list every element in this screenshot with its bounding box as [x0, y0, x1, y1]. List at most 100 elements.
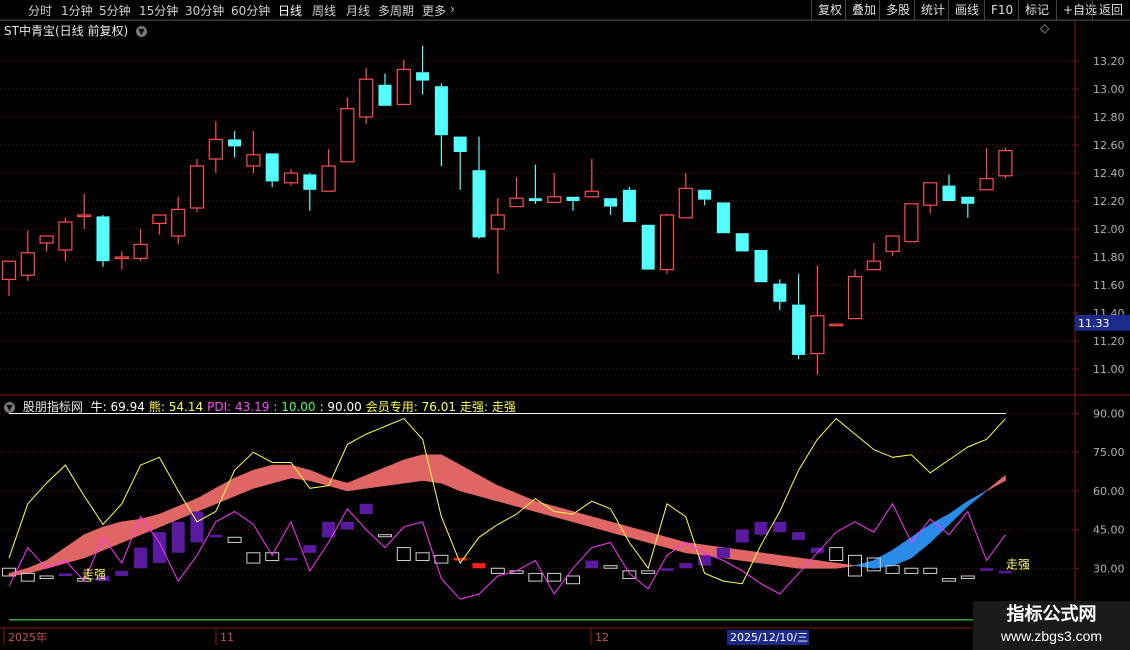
indicator-field-3: : 10.00: [273, 400, 315, 414]
chart-canvas: 13.20 13.00 12.80 12.60 12.40 12.20 12.00 11.80…: [0, 19, 1130, 650]
candle: [434, 86, 448, 136]
candle: [283, 172, 299, 184]
indicator-field-5: 会员专用: 76.01: [366, 400, 456, 414]
bull-bear-band: [403, 454, 423, 484]
bull-bear-band: [65, 534, 85, 564]
zouqiang-label: 走强: [82, 568, 106, 582]
indicator-bar: [190, 511, 204, 543]
indicator-bar: [754, 521, 768, 535]
candle: [39, 235, 54, 244]
indicator-bar: [528, 572, 543, 582]
indicator-bar: [566, 575, 580, 585]
candle: [754, 250, 768, 283]
indicator-bar: [227, 536, 242, 543]
bull-bear-band: [384, 459, 405, 487]
indicator-bar: [773, 521, 787, 533]
y-tick-label: 12.20: [1093, 195, 1125, 208]
indicator-bar: [134, 547, 148, 569]
indicator-bar: [453, 557, 467, 561]
cursor-date: 2025/12/10/三: [730, 631, 808, 644]
indicator-field-value: 54.14: [164, 400, 204, 414]
indicator-bar: [585, 560, 599, 569]
candle: [716, 202, 730, 234]
candle: [472, 170, 486, 238]
bull-bear-band: [497, 485, 517, 507]
candle: [20, 252, 35, 276]
indicator-bar: [115, 570, 129, 576]
indicator-field-2: PDI: 43.19: [207, 400, 269, 414]
candle: [735, 233, 749, 252]
indicator-bar: [171, 521, 185, 553]
indicator-bar: [603, 565, 618, 569]
bull-bear-band: [83, 526, 104, 559]
indicator-bar: [960, 575, 975, 580]
bull-bear-band: [741, 549, 762, 564]
candle: [133, 243, 148, 259]
candle: [96, 216, 110, 262]
bull-bear-band: [347, 474, 367, 492]
bull-bear-band: [478, 474, 499, 502]
candle: [303, 174, 317, 190]
candle: [378, 84, 392, 106]
candle: [584, 190, 599, 198]
candle: [265, 153, 279, 182]
candle: [641, 224, 655, 270]
bull-bear-band: [234, 469, 254, 497]
candle: [604, 198, 618, 207]
indicator-field-label: 走强:: [460, 400, 489, 414]
indicator-bar: [20, 572, 35, 582]
indicator-bar: [378, 534, 392, 538]
indicator-bar: [792, 532, 806, 540]
candle: [246, 154, 261, 167]
y-tick-label: 11.20: [1093, 335, 1125, 348]
bull-bear-band: [290, 464, 311, 481]
indicator-fields: 牛: 69.94 熊: 54.14 PDI: 43.19: 10.00: 90.00…: [87, 400, 516, 414]
indicator-title-area: ▼ 股朋指标网 牛: 69.94 熊: 54.14 PDI: 43.19: 10.0…: [4, 398, 516, 415]
y-tick-label: 75.00: [1093, 446, 1125, 459]
bull-bear-band: [253, 464, 273, 489]
diamond-icon[interactable]: ◇: [1040, 21, 1049, 35]
bull-bear-band: [892, 536, 912, 567]
chevron-down-circle-icon[interactable]: ▼: [135, 26, 147, 37]
indicator-bar: [885, 565, 900, 574]
bull-bear-band: [365, 467, 386, 489]
indicator-bar: [980, 568, 994, 571]
bull-bear-band: [629, 526, 649, 543]
candle: [228, 139, 242, 147]
candle: [566, 196, 580, 201]
candle: [885, 235, 900, 252]
bull-bear-band: [27, 560, 47, 574]
candle: [792, 304, 806, 355]
bull-bear-band: [309, 469, 329, 487]
date-label: 2025年: [8, 630, 47, 644]
bull-bear-band: [535, 500, 555, 518]
chevron-down-circle-icon[interactable]: ▼: [4, 402, 15, 413]
indicator-field-label: 牛:: [90, 400, 107, 414]
watermark-name: 指标公式网: [1006, 604, 1097, 625]
candle: [810, 315, 825, 355]
bull-bear-band: [835, 562, 856, 569]
candle: [979, 178, 994, 191]
main-chart-title: ST中青宝(日线 前复权): [4, 24, 129, 38]
candle: [698, 189, 712, 200]
candle: [490, 214, 505, 230]
candle: [923, 182, 938, 206]
bull-bear-band: [760, 552, 781, 567]
candle: [942, 185, 956, 201]
y-tick-label: 30.00: [1093, 562, 1125, 575]
price-tag: 11.33: [1078, 317, 1110, 330]
y-tick-label: 45.00: [1093, 524, 1125, 537]
candle: [416, 72, 430, 81]
candle: [359, 78, 374, 118]
indicator-bar: [472, 563, 486, 569]
candle: [904, 203, 919, 243]
candle: [829, 323, 844, 327]
indicator-bar: [904, 567, 919, 574]
y-tick-label: 13.00: [1093, 83, 1125, 96]
bull-bear-band: [610, 521, 630, 538]
candle: [998, 150, 1013, 177]
indicator-bar: [265, 552, 280, 562]
indicator-field-value: 90.00: [323, 400, 362, 414]
date-label: 12: [595, 631, 609, 644]
bull-bear-band: [459, 464, 480, 497]
